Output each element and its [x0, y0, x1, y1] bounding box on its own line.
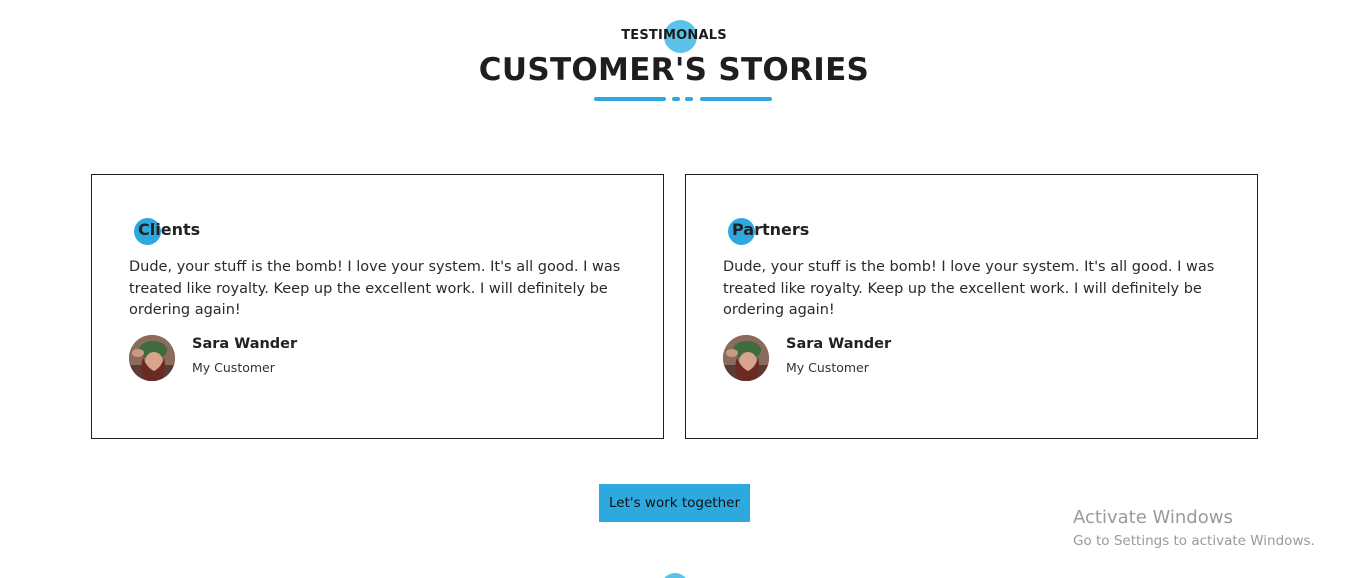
title-divider-dot	[685, 97, 693, 101]
person-role: My Customer	[192, 360, 275, 375]
section-title: CUSTOMER'S STORIES	[478, 52, 870, 88]
avatar-image	[129, 335, 175, 381]
title-divider-right	[700, 97, 772, 101]
title-divider-dot	[672, 97, 680, 101]
avatar	[723, 335, 769, 381]
testimonial-card-clients: Clients Dude, your stuff is the bomb! I …	[91, 174, 664, 439]
testimonial-quote: Dude, your stuff is the bomb! I love you…	[723, 259, 1215, 318]
watermark-title: Activate Windows	[1073, 507, 1233, 528]
card-title: Partners	[732, 220, 810, 239]
card-title: Clients	[138, 220, 201, 239]
avatar	[129, 335, 175, 381]
watermark-subtitle: Go to Settings to activate Windows.	[1073, 533, 1315, 549]
title-divider-left	[594, 97, 666, 101]
activate-windows-watermark: Activate Windows Go to Settings to activ…	[1073, 507, 1315, 551]
person-role: My Customer	[786, 360, 869, 375]
avatar-image	[723, 335, 769, 381]
work-together-button[interactable]: Let's work together	[599, 484, 750, 522]
eyebrow-wrap: TESTIMONALS	[0, 20, 1348, 53]
testimonial-card-partners: Partners Dude, your stuff is the bomb! I…	[685, 174, 1258, 439]
next-section-accent-dot	[661, 573, 689, 578]
section-eyebrow: TESTIMONALS	[621, 28, 727, 43]
testimonial-quote: Dude, your stuff is the bomb! I love you…	[129, 259, 621, 318]
person-name: Sara Wander	[192, 336, 298, 352]
person-name: Sara Wander	[786, 336, 892, 352]
